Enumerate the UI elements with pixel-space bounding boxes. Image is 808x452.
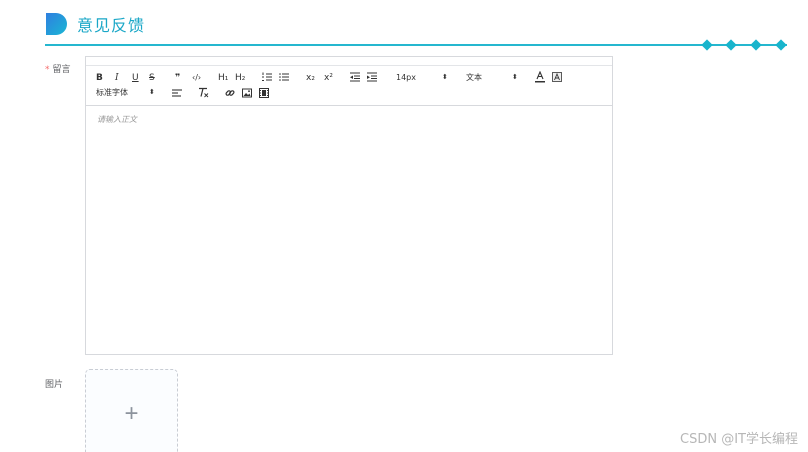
watermark: CSDN @IT学长编程 [680,432,798,447]
bold-icon[interactable]: B [96,72,103,84]
font-select[interactable]: 标准字体 [96,87,128,99]
image-upload-button[interactable]: + [85,369,178,452]
underline-icon[interactable]: U [132,72,139,84]
message-label-text: 留言 [52,65,71,75]
italic-icon[interactable]: I [115,72,119,84]
superscript-icon[interactable]: x² [324,72,333,84]
page-header: 意见反馈 [45,10,145,38]
h2-icon[interactable]: H₂ [235,72,245,84]
editor-content-area[interactable]: 请输入正文 [86,106,612,354]
editor-top-strip [86,57,612,66]
diamond-decoration-1 [701,39,713,51]
clean-format-icon[interactable] [198,87,209,99]
blockquote-icon[interactable]: ❞ [175,72,180,84]
strike-icon[interactable]: S [149,72,155,84]
outdent-icon[interactable] [350,72,360,84]
diamond-decoration-2 [725,39,737,51]
page-title: 意见反馈 [77,16,146,35]
diamond-decoration-3 [750,39,762,51]
font-color-icon[interactable] [535,71,545,83]
background-color-icon[interactable] [552,72,562,84]
editor-toolbar: B I U S ❞ ‹/› H₁ H₂ x₂ x² 14px ⬍ 文本 ⬍ 标准… [86,66,612,106]
header-select[interactable]: 文本 [466,72,482,84]
bullet-list-icon[interactable] [279,72,289,84]
subscript-icon[interactable]: x₂ [306,72,315,84]
image-label: 图片 [45,380,64,390]
editor-placeholder: 请输入正文 [97,115,137,124]
required-mark: * [45,65,50,75]
code-block-icon[interactable]: ‹/› [192,72,201,84]
plus-icon: + [124,400,139,427]
size-select[interactable]: 14px [396,72,416,84]
rich-text-editor: B I U S ❞ ‹/› H₁ H₂ x₂ x² 14px ⬍ 文本 ⬍ 标准… [85,56,613,355]
font-select-arrow-icon: ⬍ [149,89,155,96]
align-icon[interactable] [172,88,182,100]
message-label: * 留言 [45,62,71,75]
d-shaped-logo-icon [46,13,67,35]
image-icon[interactable] [242,88,252,100]
ordered-list-icon[interactable] [262,72,272,84]
header-select-arrow-icon: ⬍ [512,74,518,81]
diamond-decoration-4 [775,39,787,51]
link-icon[interactable] [225,88,235,100]
header-divider [45,44,787,46]
h1-icon[interactable]: H₁ [218,72,228,84]
size-select-arrow-icon: ⬍ [442,74,448,81]
indent-icon[interactable] [367,72,377,84]
video-icon[interactable] [259,88,269,100]
